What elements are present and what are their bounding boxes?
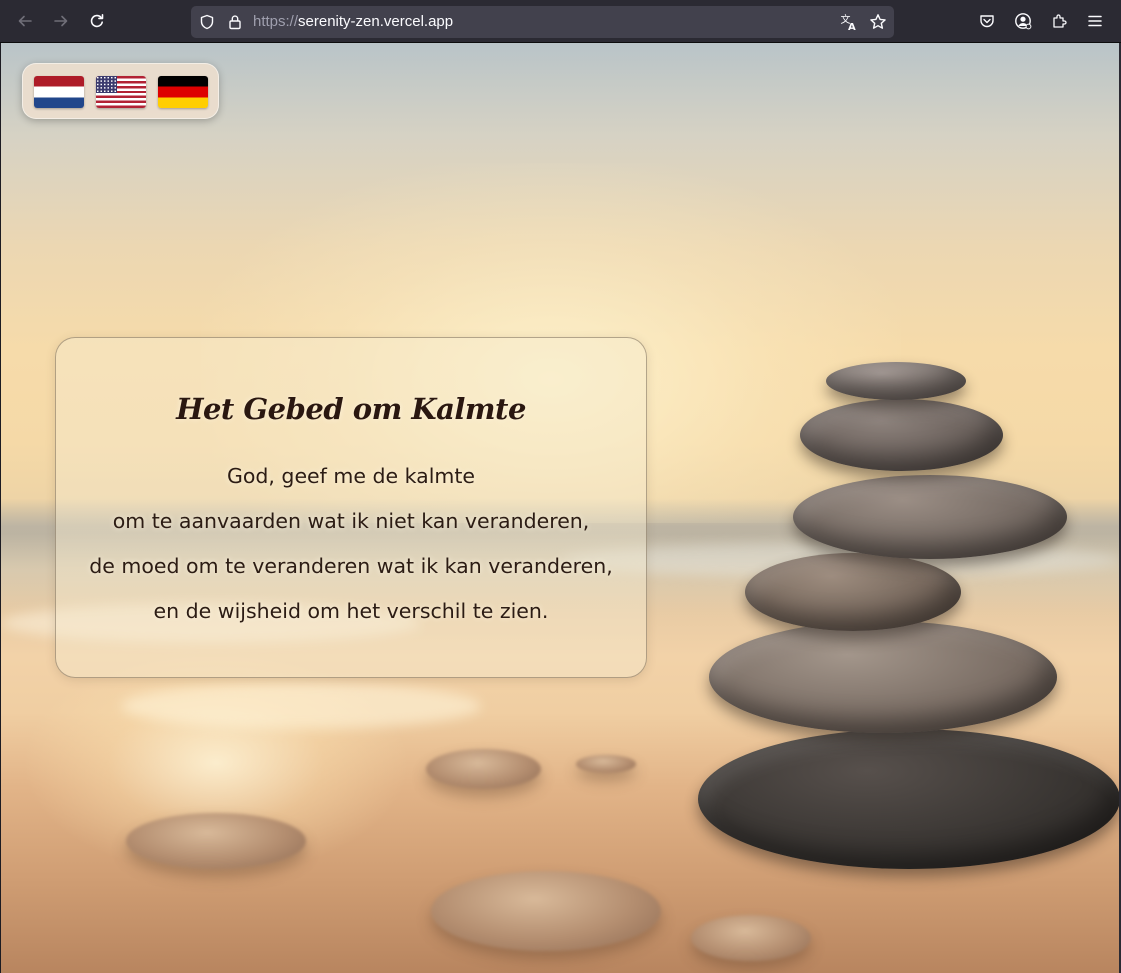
language-selector: [22, 63, 219, 119]
sand-pebble: [691, 915, 811, 961]
reload-icon: [90, 14, 104, 28]
page-viewport: Het Gebed om Kalmte God, geef me de kalm…: [1, 43, 1119, 973]
arrow-right-icon: [54, 15, 68, 27]
prayer-line: om te aanvaarden wat ik niet kan verande…: [112, 509, 590, 533]
flag-canton: [96, 76, 117, 93]
wave-foam: [121, 683, 481, 729]
pocket-icon: [980, 15, 994, 28]
browser-toolbar: https://serenity-zen.vercel.app 文A: [0, 0, 1121, 43]
url-host: serenity-zen.vercel.app: [298, 13, 454, 30]
back-button[interactable]: [11, 7, 39, 35]
prayer-title: Het Gebed om Kalmte: [176, 392, 526, 426]
sand-pebble: [426, 749, 541, 789]
prayer-line: God, geef me de kalmte: [226, 464, 476, 488]
translate-icon[interactable]: 文A: [839, 12, 859, 32]
stone: [698, 729, 1119, 869]
url-text[interactable]: https://serenity-zen.vercel.app: [253, 6, 453, 38]
stone: [745, 553, 961, 631]
lock-icon[interactable]: [225, 12, 245, 32]
stone: [800, 399, 1003, 471]
svg-text:A: A: [848, 22, 856, 31]
flag-usa-icon[interactable]: [96, 76, 146, 108]
sand-pebble: [576, 755, 636, 773]
prayer-line: de moed om te veranderen wat ik kan vera…: [89, 554, 613, 578]
flag-germany-icon[interactable]: [158, 76, 208, 108]
url-bar[interactable]: https://serenity-zen.vercel.app 文A: [191, 6, 894, 38]
prayer-card: Het Gebed om Kalmte God, geef me de kalm…: [55, 337, 647, 678]
hamburger-menu-icon: [1088, 15, 1102, 27]
prayer-line: en de wijsheid om het verschil te zien.: [153, 599, 549, 623]
forward-button[interactable]: [47, 7, 75, 35]
stone: [826, 362, 966, 400]
menu-button[interactable]: [1081, 7, 1109, 35]
extensions-button[interactable]: [1045, 7, 1073, 35]
account-icon: [1015, 13, 1032, 30]
sand-pebble: [126, 813, 306, 869]
prayer-lines: God, geef me de kalmte om te aanvaarden …: [56, 464, 646, 644]
account-button[interactable]: [1009, 7, 1037, 35]
pocket-button[interactable]: [973, 7, 1001, 35]
stone: [793, 475, 1067, 559]
url-scheme: https://: [253, 13, 299, 30]
arrow-left-icon: [18, 15, 32, 27]
stone: [709, 621, 1057, 733]
sand-pebble: [431, 871, 661, 951]
flag-netherlands-icon[interactable]: [34, 76, 84, 108]
puzzle-icon: [1053, 14, 1067, 28]
shield-icon[interactable]: [197, 12, 217, 32]
reload-button[interactable]: [83, 7, 111, 35]
star-icon[interactable]: [868, 12, 888, 32]
